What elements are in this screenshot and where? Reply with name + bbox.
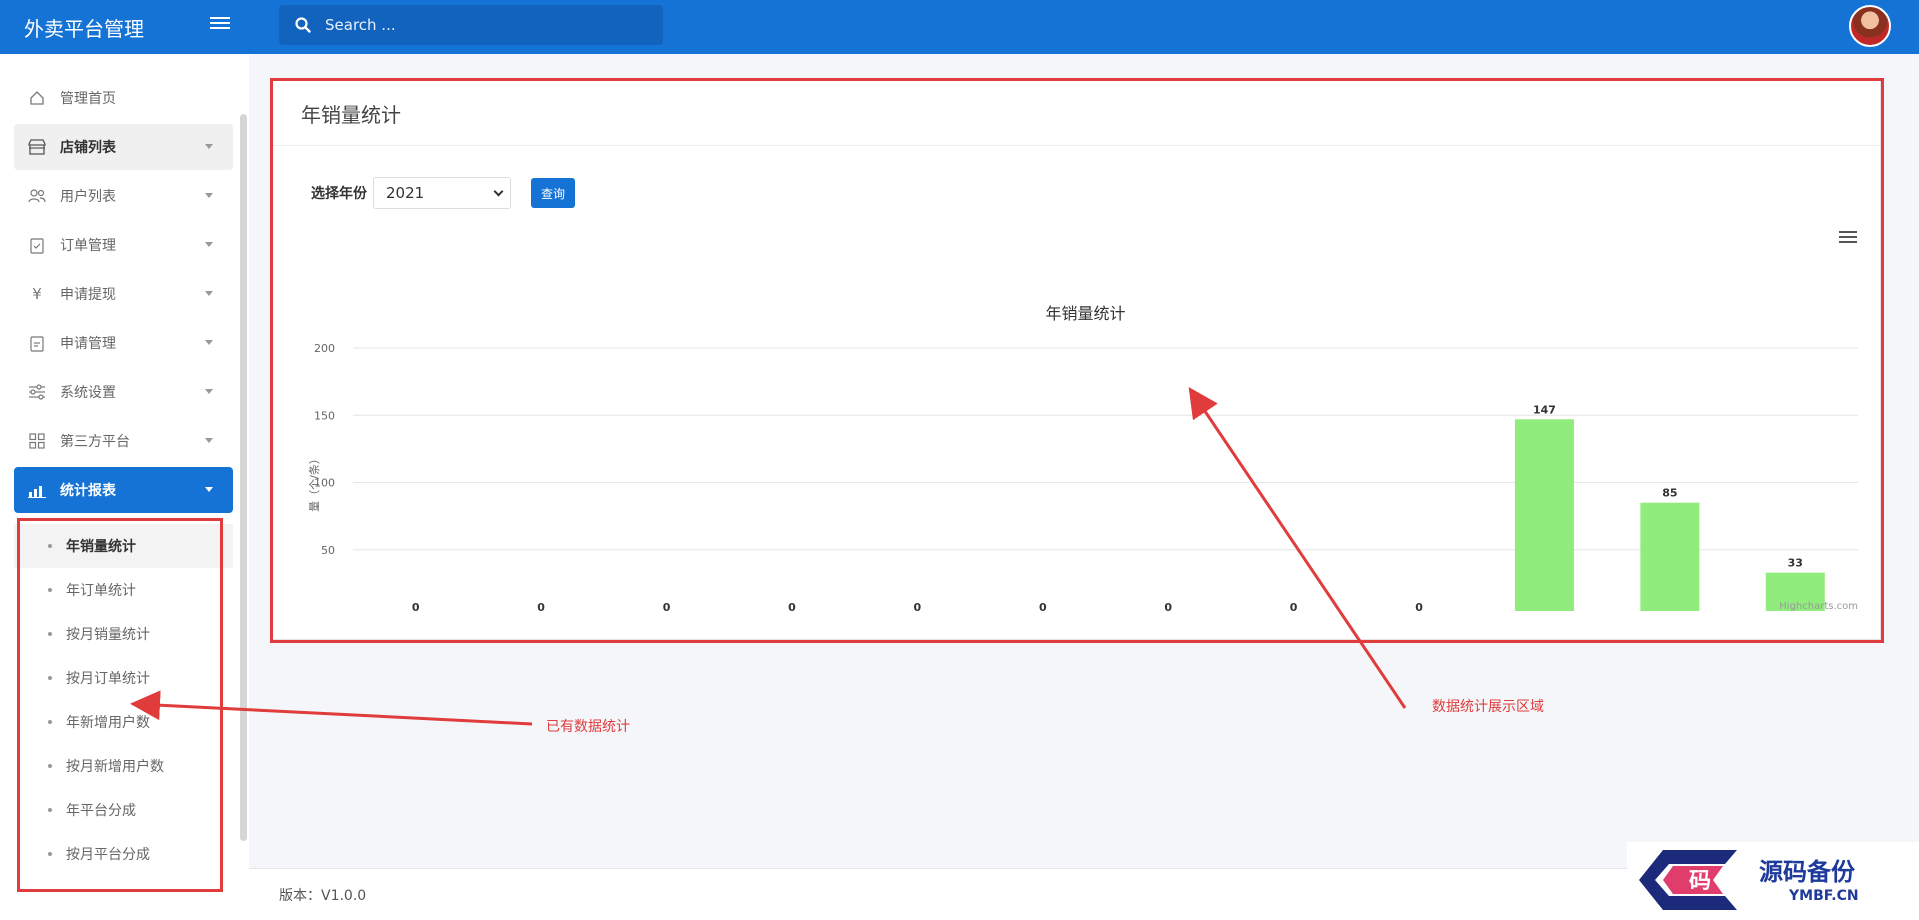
watermark-logo-icon: 码 xyxy=(1639,850,1737,910)
watermark-title: 源码备份 xyxy=(1759,857,1855,886)
version-text: 版本：V1.0.0 xyxy=(279,887,367,904)
annotation-note-right: 数据统计展示区域 xyxy=(1432,699,1544,715)
watermark-glyph: 码 xyxy=(1689,868,1711,894)
annotation-arrow-left xyxy=(130,690,533,726)
annotation-note-left: 已有数据统计 xyxy=(546,719,630,735)
annotation-arrows xyxy=(130,387,1407,726)
watermark-url: YMBF.CN xyxy=(1789,888,1859,904)
annotation-arrow-right xyxy=(1188,387,1407,709)
watermark: 码 源码备份 YMBF.CN xyxy=(1627,842,1919,920)
